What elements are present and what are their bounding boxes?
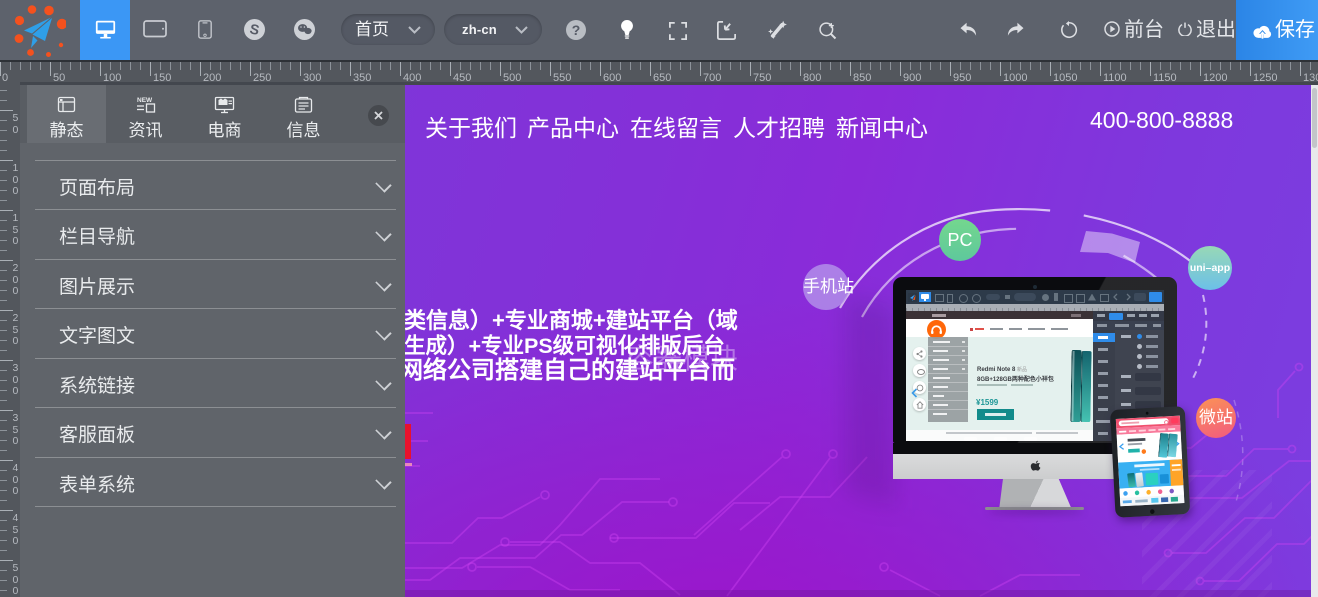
svg-text:S: S: [248, 20, 260, 38]
svg-text:NEW: NEW: [137, 97, 153, 104]
